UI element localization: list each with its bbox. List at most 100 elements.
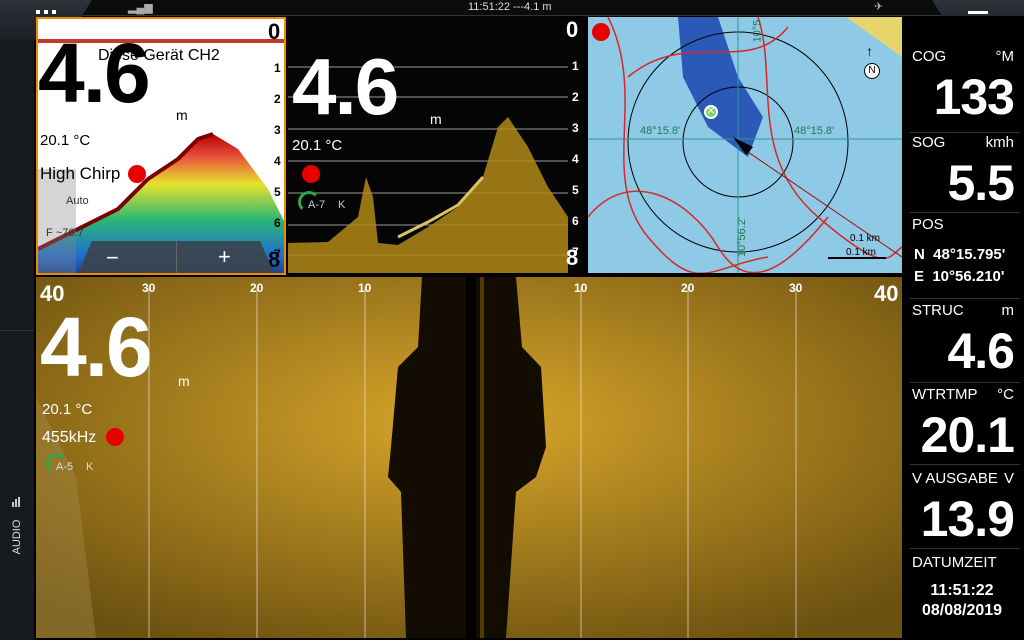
divider [910,212,1020,213]
range-tick: 10 [358,281,372,295]
range-ring-label: 0.1 km [850,233,881,244]
record-indicator [302,165,320,183]
sidescan-image [36,277,902,638]
vausgabe-box[interactable]: V AUSGABE V 13.9 [906,468,1024,550]
signal-icon: ▂▄▆ [128,2,153,14]
audio-button[interactable]: AUDIO [0,330,34,560]
wtrtmp-box[interactable]: WTRTMP °C 20.1 [906,384,1024,466]
divider [910,382,1020,383]
chart-panel[interactable]: ✕ ↑ N 48°15.8' 48°15.8' 10°56.2' 10°5 0.… [588,17,902,273]
divider [910,298,1020,299]
depth-unit: m [176,107,188,123]
divider [910,548,1020,549]
status-text: 11:51:22 ---4.1 m [468,1,552,13]
auto-label: Auto [66,195,89,207]
record-indicator [106,428,124,446]
depth-unit: m [178,373,190,389]
freq-label: F ~76.7 [46,227,84,239]
datetime-box[interactable]: DATUMZEIT 11:51:22 08/08/2019 [906,552,1024,640]
divider [176,241,177,273]
left-rail: AUDIO [0,40,34,640]
sonar-mode: High Chirp [40,164,121,183]
north-arrow-icon: ↑ [866,43,873,59]
water-temp: 20.1 °C [292,137,343,154]
scale-tick: 2 [274,92,281,106]
divider [910,464,1020,465]
struc-label: STRUC [912,302,964,319]
audio-label: AUDIO [11,519,23,555]
cog-label: COG [912,48,947,65]
sog-box[interactable]: SOG kmh 5.5 [906,134,1024,214]
range-edge-right: 40 [874,281,899,306]
depth-value: 4.6 [292,42,399,131]
cog-unit: °M [995,48,1015,65]
lon-label-bottom: 10°56.2' [736,216,749,258]
depth-value: 4.6 [40,300,153,394]
scale-tick: 4 [274,154,281,168]
scale-top: 0 [268,19,281,44]
sonar-panel-chirp[interactable]: 4.6 m Diese Gerät CH2 20.1 °C High Chirp… [36,17,286,275]
sog-value: 5.5 [947,155,1015,211]
struc-value: 4.6 [947,323,1015,379]
lat-label-right: 48°15.8' [794,125,835,137]
wtrtmp-label: WTRTMP [912,386,978,403]
scale-tick: 4 [572,152,579,166]
range-tick: 30 [142,281,156,295]
scale-tick: 6 [274,216,281,230]
sidescan-panel[interactable]: 40 30 20 10 10 20 30 40 4.6 m 20.1 °C 45… [36,277,902,638]
scale-tick: 3 [274,123,281,137]
zoom-out-button[interactable]: − [106,245,119,271]
scale-tick: 5 [572,183,579,197]
gain-label: A-7 [308,199,326,211]
sog-label: SOG [912,134,946,151]
gain-k: K [86,461,94,473]
datetime-label: DATUMZEIT [912,554,997,571]
struc-box[interactable]: STRUC m 4.6 [906,300,1024,382]
scale-top: 0 [566,17,579,42]
wtrtmp-unit: °C [997,386,1014,403]
pos-label: POS [912,216,944,233]
record-indicator [128,165,146,183]
status-bar: ▂▄▆ 11:51:22 ---4.1 m ✈ [0,0,1024,16]
range-tick: 20 [681,281,695,295]
scale-tick: 5 [274,185,281,199]
wtrtmp-value: 20.1 [920,407,1015,463]
record-indicator [592,23,610,41]
satellite-icon: ✈ [874,1,884,13]
scale-tick: 1 [572,59,579,73]
scale-bottom: 8 [566,245,579,270]
water-temp: 20.1 °C [42,401,93,418]
depth-value: 4.6 [38,26,151,120]
depth-unit: m [430,111,442,127]
datetime-time: 11:51:22 [930,582,994,599]
datetime-date: 08/08/2019 [921,602,1003,619]
range-tick: 20 [250,281,264,295]
scale-tick: 3 [572,121,579,135]
sonar-panel-downscan[interactable]: 4.6 m 20.1 °C A-7 K 0 1 2 3 4 5 6 7 8 [288,17,584,273]
zoom-controls: − + [76,241,276,273]
scale-tick: 1 [274,61,281,75]
data-bar: COG °M 133 SOG kmh 5.5 POS N 48°15.795' … [906,16,1024,640]
pos-box[interactable]: POS N 48°15.795' E 10°56.210' [906,214,1024,296]
struc-unit: m [1001,302,1015,319]
scale-tick: 2 [572,90,579,104]
scale-tick: 6 [572,214,579,228]
depth-scale: 1 2 3 4 5 6 7 [572,51,584,268]
cog-value: 133 [933,69,1015,125]
north-label: N [864,63,880,79]
pos-lon: E 10°56.210' [914,268,1005,285]
gain-k: K [338,199,346,211]
pos-lat: N 48°15.795' [914,246,1006,263]
frequency-label: 455kHz [42,429,97,446]
lon-label-top: 10°5 [751,19,764,43]
cog-box[interactable]: COG °M 133 [906,46,1024,130]
range-tick: 30 [789,281,803,295]
vausgabe-value: 13.9 [920,491,1015,547]
zoom-in-button[interactable]: + [218,244,231,270]
scale-label: 0.1 km [846,247,877,258]
vausgabe-unit: V [1003,470,1014,487]
sog-unit: kmh [985,134,1014,151]
depth-scale: 1 2 3 4 5 6 7 [274,53,284,270]
waypoint-icon: ✕ [704,105,718,119]
panel-title: Diese Gerät CH2 [98,47,220,64]
